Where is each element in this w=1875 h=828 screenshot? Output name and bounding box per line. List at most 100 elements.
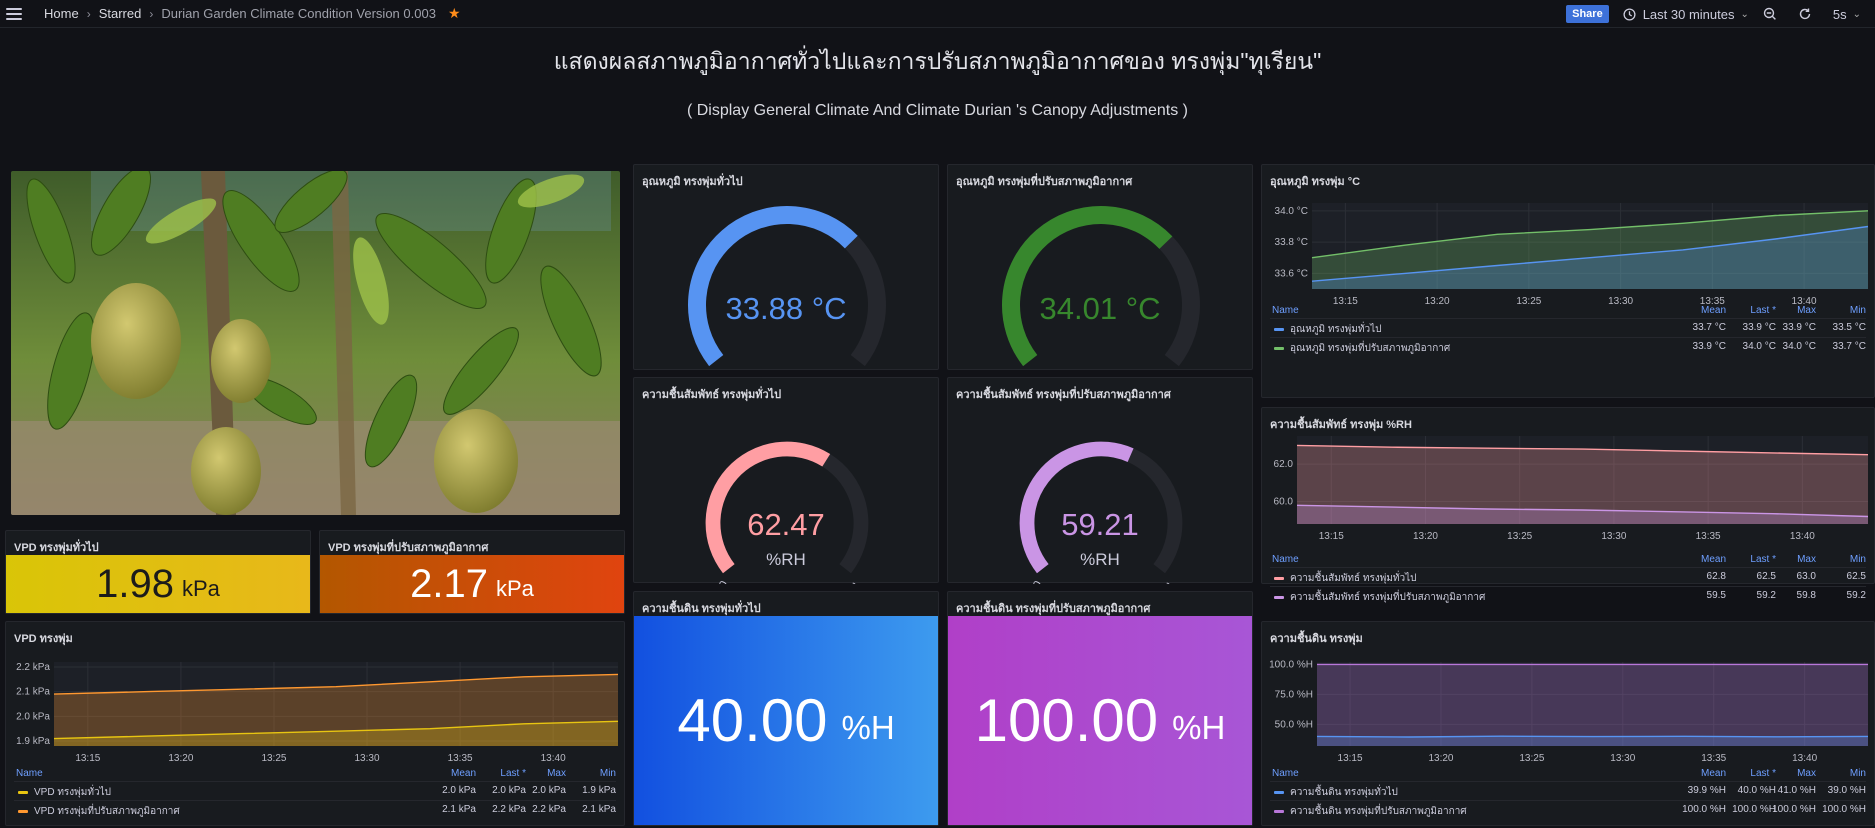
legend-header-last[interactable]: Last * [500,768,526,779]
legend-series-name[interactable]: ความชื้นดิน ทรงพุ่มทั่วไป [1274,785,1398,800]
rh-timeseries-panel: ความชื้นสัมพัทธ์ ทรงพุ่ม %RH 60.0 62.0 13:1… [1261,407,1875,603]
y-tick-label: 1.9 kPa [16,736,50,747]
legend-value-last: 62.5 [1756,571,1776,582]
legend-header-min[interactable]: Min [1850,768,1866,779]
legend-header-max[interactable]: Max [1797,305,1816,316]
x-tick-label: 13:30 [1601,531,1626,542]
vpd-general-stat: 1.98 kPa [6,555,310,613]
x-tick-label: 13:25 [261,753,286,764]
timeseries-chart: 1.9 kPa 2.0 kPa 2.1 kPa 2.2 kPa 13:15 13:20 13… [16,662,619,764]
legend-value-min: 33.5 °C [1832,322,1866,333]
legend-header-mean[interactable]: Mean [1701,768,1726,779]
legend-header-last[interactable]: Last * [1750,305,1776,316]
breadcrumb: Home › Starred › Durian Garden Climate C… [44,5,461,22]
legend-series-name[interactable]: ความชื้นดิน ทรงพุ่มที่ปรับสภาพภูมิอากาศ [1274,804,1467,819]
legend-value-mean: 33.7 °C [1692,322,1726,333]
breadcrumb-starred[interactable]: Starred [99,6,142,21]
legend-swatch [1274,327,1284,331]
legend-divider [1270,800,1866,801]
gauge-unit: %RH [766,550,806,569]
x-tick-label: 13:30 [355,753,380,764]
temp-adjusted-gauge-panel: อุณหภูมิ ทรงพุ่มที่ปรับสภาพภูมิอากาศ 050… [947,164,1253,371]
gauge-value: 33.88 °C [725,291,847,326]
x-tick-label: 13:30 [1610,753,1635,764]
chevron-down-icon: ⌄ [1852,8,1861,20]
legend-divider [1270,586,1866,587]
x-tick-label: 13:15 [1333,296,1358,307]
durian-tree-photo [11,171,620,515]
legend-value-max: 100.0 %H [1772,804,1816,815]
legend-header-name[interactable]: Name [1272,768,1299,779]
legend-value-last: 33.9 °C [1742,322,1776,333]
dashboard-title: Durian Garden Climate Condition Version … [161,6,436,21]
page-subtitle: ( Display General Climate And Climate Du… [686,102,1189,119]
legend-value-max: 2.0 kPa [532,785,566,796]
legend-swatch [1274,595,1284,599]
x-tick-label: 13:20 [1413,531,1438,542]
legend-header-name[interactable]: Name [1272,554,1299,565]
legend-value-min: 62.5 [1846,571,1866,582]
legend-header-max[interactable]: Max [1797,554,1816,565]
x-tick-label: 13:25 [1507,531,1532,542]
legend-value-mean: 33.9 °C [1692,341,1726,352]
temp-timeseries-panel: อุณหภูมิ ทรงพุ่ม °C 33.6 °C 33.8 °C 34.0 °C… [1261,164,1875,398]
gauge-value-arc [1002,206,1173,367]
legend-series-name[interactable]: อุณหภูมิ ทรงพุ่มทั่วไป [1274,322,1381,337]
share-button[interactable]: Share [1566,5,1609,23]
legend-header-min[interactable]: Min [600,768,616,779]
x-tick-label: 13:20 [168,753,193,764]
breadcrumb-home[interactable]: Home [44,6,79,21]
x-tick-label: 13:25 [1519,753,1544,764]
legend-header-name[interactable]: Name [1272,305,1299,316]
legend-value-mean: 2.1 kPa [442,804,476,815]
legend-series-name[interactable]: ความชื้นสัมพัทธ์ ทรงพุ่มทั่วไป [1274,571,1417,586]
y-tick-label: 50.0 %H [1275,719,1313,730]
legend-series-name[interactable]: VPD ทรงพุ่มทั่วไป [18,785,111,800]
series-line [1316,735,1869,738]
stat-unit: %H [1172,708,1226,746]
series-area [1317,736,1868,746]
x-tick-label: 13:40 [1792,753,1817,764]
gauge-value: 62.47 [747,507,825,542]
y-tick-label: 60.0 [1274,497,1294,508]
chevron-right-icon: › [149,6,154,21]
legend-header-mean[interactable]: Mean [1701,305,1726,316]
y-tick-label: 33.6 °C [1275,268,1308,279]
legend-series-name[interactable]: VPD ทรงพุ่มที่ปรับสภาพภูมิอากาศ [18,804,180,819]
refresh-picker[interactable]: 5s ⌄ [1798,7,1861,22]
legend-header-min[interactable]: Min [1850,305,1866,316]
star-icon[interactable]: ★ [448,5,461,22]
gauge-value: 34.01 °C [1039,291,1161,326]
timeseries-chart: 50.0 %H 75.0 %H 100.0 %H 13:15 13:20 13:25 13:… [1269,659,1869,764]
x-tick-label: 13:40 [1790,531,1815,542]
panel-title: VPD ทรงพุ่มทั่วไป [14,542,99,554]
legend-value-min: 100.0 %H [1822,804,1866,815]
legend-header-name[interactable]: Name [16,768,43,779]
x-tick-label: 13:20 [1428,753,1453,764]
legend-header-mean[interactable]: Mean [451,768,476,779]
legend-swatch [1274,809,1284,813]
menu-icon[interactable] [6,7,22,20]
panel-title: VPD ทรงพุ่มที่ปรับสภาพภูมิอากาศ [328,542,489,554]
rh-general-gauge-panel: ความชื้นสัมพัทธ์ ทรงพุ่มทั่วไป 0100 62.4… [633,377,939,584]
legend-series-name[interactable]: อุณหภูมิ ทรงพุ่มที่ปรับสภาพภูมิอากาศ [1274,341,1450,356]
legend-header-mean[interactable]: Mean [1701,554,1726,565]
legend-value-mean: 2.0 kPa [442,785,476,796]
zoom-out-button[interactable] [1763,7,1784,21]
legend-header-last[interactable]: Last * [1750,554,1776,565]
legend-series-name[interactable]: ความชื้นสัมพัทธ์ ทรงพุ่มที่ปรับสภาพภูมิอ… [1274,590,1485,605]
legend-header-max[interactable]: Max [1797,768,1816,779]
time-range-picker[interactable]: Last 30 minutes ⌄ [1623,7,1749,22]
x-tick-label: 13:15 [1338,753,1363,764]
legend-header-last[interactable]: Last * [1750,768,1776,779]
legend-value-last: 40.0 %H [1737,785,1776,796]
legend-header-max[interactable]: Max [547,768,566,779]
panel-title: ความชื้นดิน ทรงพุ่มที่ปรับสภาพภูมิอากาศ [956,603,1151,615]
stat-value: 40.00 [677,687,828,754]
temp-adjusted-gauge: 050 [1002,206,1200,371]
legend-header-min[interactable]: Min [1850,554,1866,565]
y-tick-label: 34.0 °C [1275,206,1308,217]
gauge-min-label: 0 [1031,579,1044,584]
legend-divider [14,800,616,801]
y-tick-label: 75.0 %H [1275,689,1313,700]
